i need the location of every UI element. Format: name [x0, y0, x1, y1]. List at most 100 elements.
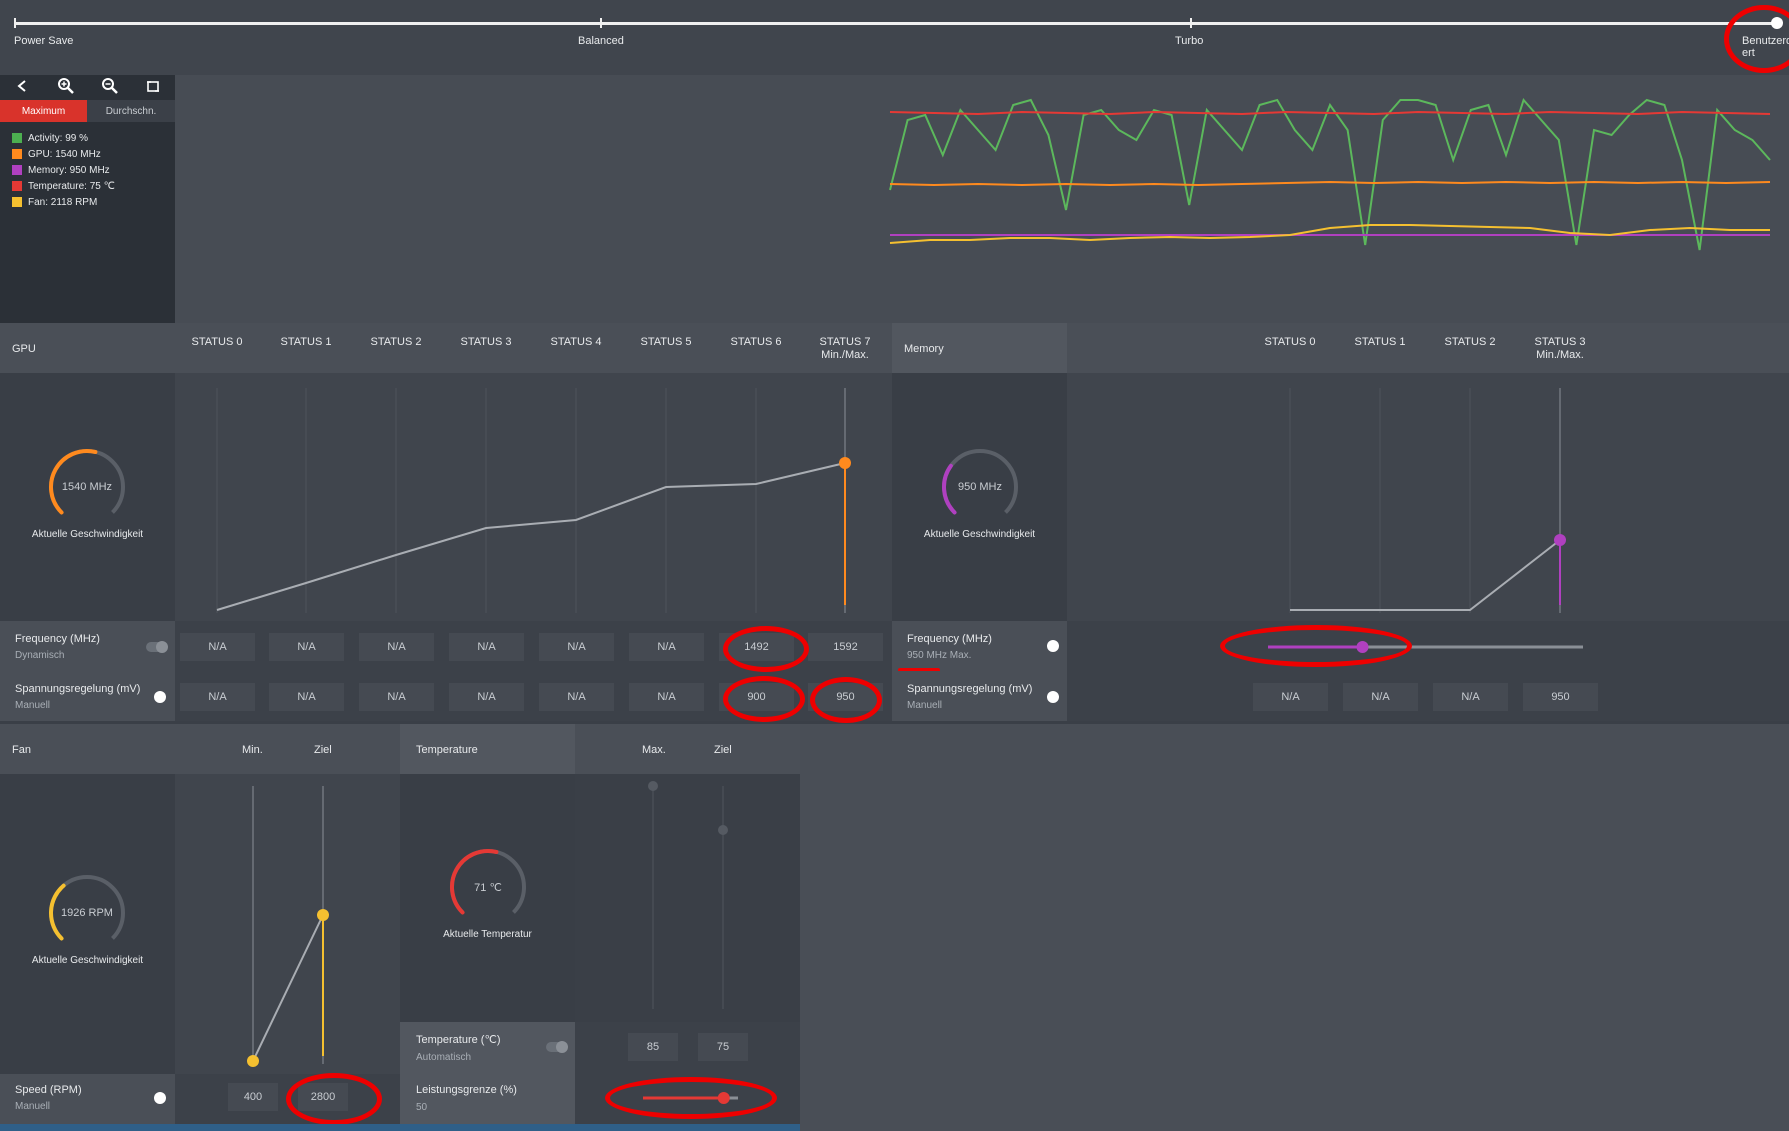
legend-label: Memory: 950 MHz	[28, 165, 110, 176]
memory-gauge-value: 950 MHz	[957, 481, 1003, 493]
gpu-frequency-input[interactable]: N/A	[180, 633, 255, 661]
gpu-voltage-input[interactable]: N/A	[269, 683, 344, 711]
tab-average[interactable]: Durchschn.	[87, 100, 175, 122]
temperature-curve	[648, 781, 728, 1009]
background-window-area	[800, 724, 1789, 1131]
memory-state-curve[interactable]	[1067, 373, 1789, 621]
fan-curve[interactable]	[175, 774, 400, 1074]
memory-voltage-mode: Manuell	[907, 700, 943, 711]
legend-checkbox-icon[interactable]	[12, 181, 22, 192]
fan-title: Fan	[12, 744, 31, 756]
memory-voltage-input[interactable]: N/A	[1433, 683, 1508, 711]
memory-frequency-toggle[interactable]	[1047, 640, 1059, 652]
bottom-strip	[0, 1124, 800, 1131]
profile-label-balanced[interactable]: Balanced	[578, 35, 624, 47]
legend-checkbox-icon[interactable]	[12, 133, 22, 144]
legend-checkbox-icon[interactable]	[12, 165, 22, 176]
activity-graph	[889, 98, 1771, 251]
profile-tick-0[interactable]	[14, 18, 16, 28]
legend-checkbox-icon[interactable]	[12, 197, 22, 208]
gpu-voltage-toggle[interactable]	[154, 691, 166, 703]
gpu-voltage-input[interactable]: N/A	[180, 683, 255, 711]
memory-state3-sub: Min./Max.	[1536, 349, 1584, 361]
memory-voltage-toggle[interactable]	[1047, 691, 1059, 703]
zoom-out-icon	[102, 78, 118, 94]
temperature-col-target: Ziel	[714, 744, 732, 756]
fan-curve-line	[252, 914, 324, 1062]
gpu-state-header: STATUS 1	[280, 336, 332, 348]
fan-target-handle	[317, 909, 329, 921]
profile-label-power-save[interactable]: Power Save	[14, 35, 73, 47]
gpu-frequency-input[interactable]: N/A	[629, 633, 704, 661]
gpu-title: GPU	[12, 343, 36, 355]
temperature-gauge-label: Aktuelle Temperatur	[443, 929, 532, 940]
memory-voltage-input[interactable]: N/A	[1253, 683, 1328, 711]
temperature-gauge-value: 71 ℃	[474, 882, 502, 894]
temperature-max-input[interactable]: 85	[628, 1033, 678, 1061]
temperature-target-handle	[718, 825, 728, 835]
gpu-state-header: STATUS 3	[460, 336, 512, 348]
profile-label-custom[interactable]: Benutzerd ert	[1742, 35, 1789, 59]
fan-speed-label-cell	[0, 1074, 175, 1124]
legend-item: Fan: 2118 RPM	[12, 197, 97, 208]
gpu-voltage-label: Spannungsregelung (mV)	[15, 683, 141, 695]
gpu-state-header: STATUS 7	[819, 336, 871, 348]
temperature-target-input[interactable]: 75	[698, 1033, 748, 1061]
gpu-curve-line	[216, 462, 846, 611]
gpu-state-header: STATUS 6	[730, 336, 782, 348]
power-limit-label-cell	[400, 1072, 575, 1124]
legend-label: Temperature: 75 ℃	[28, 181, 115, 192]
profile-slider-track[interactable]	[14, 22, 1780, 25]
legend-item: Temperature: 75 ℃	[12, 181, 115, 192]
temperature-toggle[interactable]	[546, 1041, 568, 1053]
fan-gauge-value: 1926 RPM	[61, 907, 113, 919]
memory-curve-line	[1290, 539, 1561, 611]
gpu-frequency-input[interactable]: N/A	[449, 633, 524, 661]
profile-label-turbo[interactable]: Turbo	[1175, 35, 1203, 47]
gpu-state-header: STATUS 5	[640, 336, 692, 348]
gpu-frequency-input[interactable]: N/A	[269, 633, 344, 661]
memory-voltage-input[interactable]: N/A	[1343, 683, 1418, 711]
gpu-frequency-input[interactable]: N/A	[539, 633, 614, 661]
profile-tick-2[interactable]	[1190, 18, 1192, 28]
memory-voltage-input[interactable]: 950	[1523, 683, 1598, 711]
gpu-gauge-label: Aktuelle Geschwindigkeit	[31, 529, 144, 540]
memory-state-header: STATUS 2	[1444, 336, 1496, 348]
annotation-circle-gpu-volt-7	[810, 677, 882, 723]
gpu-voltage-input[interactable]: N/A	[539, 683, 614, 711]
reset-zoom-button[interactable]	[133, 72, 173, 100]
gpu-voltage-input[interactable]: N/A	[359, 683, 434, 711]
gpu-frequency-input[interactable]: 1592	[808, 633, 883, 661]
back-button[interactable]	[2, 72, 42, 100]
legend-checkbox-icon[interactable]	[12, 149, 22, 160]
power-limit-label: Leistungsgrenze (%)	[416, 1084, 517, 1096]
zoom-in-icon	[58, 78, 74, 94]
annotation-circle-memory-slider	[1220, 625, 1412, 667]
gpu-voltage-mode: Manuell	[15, 700, 51, 711]
fan-speed-label: Speed (RPM)	[15, 1084, 82, 1096]
legend-label: Activity: 99 %	[28, 133, 89, 144]
zoom-out-button[interactable]	[90, 72, 130, 100]
profile-tick-1[interactable]	[600, 18, 602, 28]
tab-maximum[interactable]: Maximum	[0, 100, 87, 122]
gpu-frequency-mode: Dynamisch	[15, 650, 65, 661]
temperature-max-handle	[648, 781, 658, 791]
gpu-state7-sub: Min./Max.	[821, 349, 869, 361]
zoom-in-button[interactable]	[46, 72, 86, 100]
fan-min-input[interactable]: 400	[228, 1083, 278, 1111]
annotation-circle-fan-target	[286, 1073, 382, 1125]
gpu-voltage-input[interactable]: N/A	[629, 683, 704, 711]
gpu-frequency-toggle[interactable]	[146, 641, 168, 653]
fan-speed-toggle[interactable]	[154, 1092, 166, 1104]
memory-voltage-label: Spannungsregelung (mV)	[907, 683, 1033, 695]
memory-frequency-label-cell	[892, 621, 1067, 671]
fan-header	[0, 724, 400, 774]
temperature-label: Temperature (℃)	[416, 1034, 501, 1046]
memory-frequency-mode: 950 MHz Max.	[907, 650, 972, 661]
gpu-voltage-input[interactable]: N/A	[449, 683, 524, 711]
gpu-state-curve[interactable]	[175, 373, 892, 621]
legend-item: Activity: 99 %	[12, 133, 88, 144]
gpu-frequency-input[interactable]: N/A	[359, 633, 434, 661]
power-limit-value: 50	[416, 1102, 428, 1113]
memory-state-header: STATUS 3	[1534, 336, 1586, 348]
